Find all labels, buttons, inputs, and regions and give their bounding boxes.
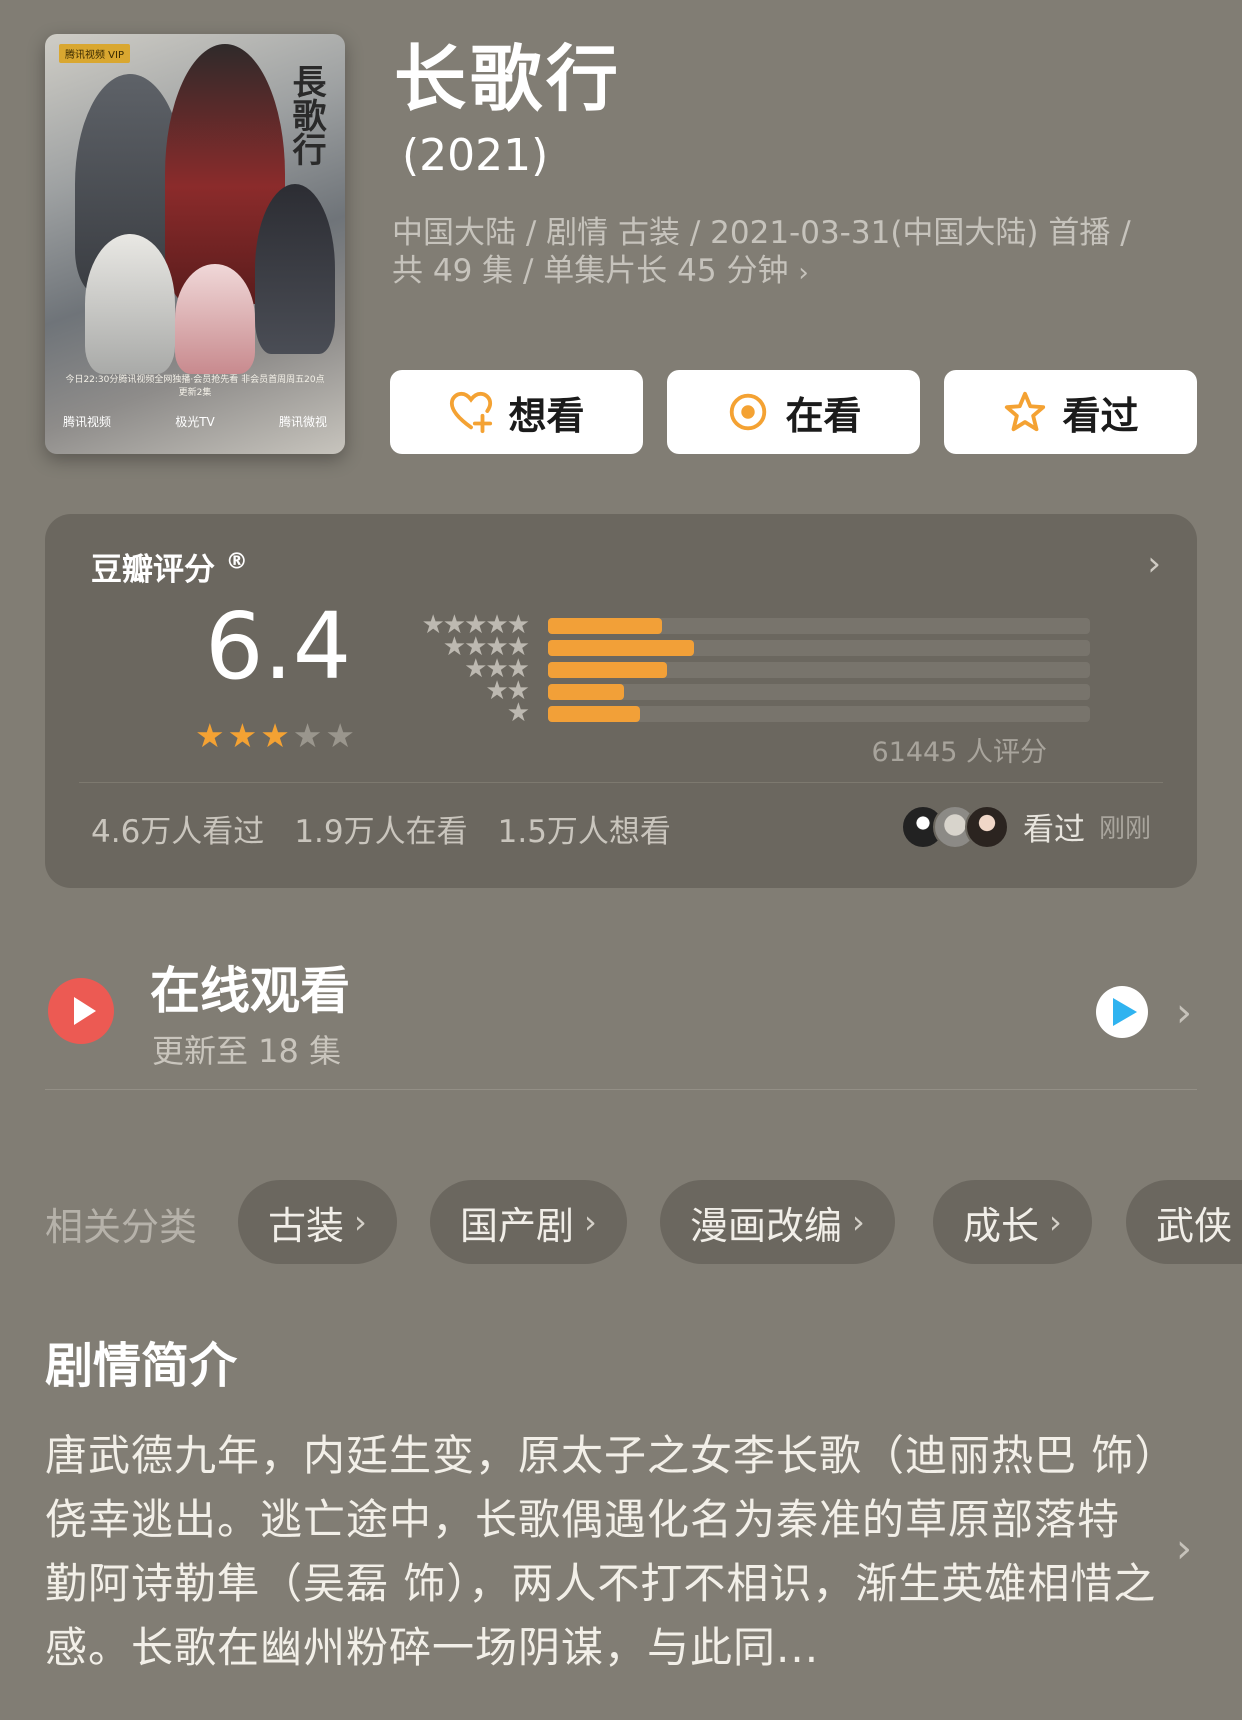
distribution-track: [548, 640, 1090, 656]
star-outline-icon: [1005, 391, 1046, 432]
rating-label-text: 豆瓣评分: [91, 552, 215, 588]
chevron-right-icon[interactable]: ›: [1176, 1526, 1192, 1572]
chevron-right-icon: ›: [852, 1203, 865, 1241]
friends-activity[interactable]: 看过 刚刚: [900, 804, 1151, 849]
meta-line-2: 共 49 集 / 单集片长 45 分钟 ›: [392, 252, 1192, 292]
distribution-track: [548, 684, 1090, 700]
category-chip[interactable]: 漫画改编 ›: [660, 1180, 895, 1264]
friend-action: 看过: [1022, 812, 1085, 848]
poster-badge: 腾讯视频 VIP: [59, 44, 130, 63]
distribution-track: [548, 662, 1090, 678]
distribution-row: ★★: [385, 676, 1090, 706]
avatar: [964, 804, 1009, 849]
rating-score: 6.4: [205, 593, 352, 700]
poster-figure: [175, 264, 255, 374]
poster-platforms: 腾讯视频 极光TV 腾讯微视: [63, 413, 327, 430]
poster-image[interactable]: 腾讯视频 VIP 長歌行 今日22:30分腾讯视频全网独播·会员抢先看 非会员首…: [45, 34, 345, 454]
categories-label: 相关分类: [45, 1205, 198, 1249]
chevron-right-icon[interactable]: ›: [1147, 544, 1161, 584]
friend-time: 刚刚: [1098, 814, 1151, 844]
synopsis-title: 剧情简介: [45, 1338, 238, 1394]
distribution-track: [548, 618, 1090, 634]
play-icon[interactable]: [48, 978, 114, 1044]
distribution-bar: [548, 706, 640, 722]
want-to-watch-button[interactable]: 想看: [390, 370, 643, 454]
category-chip-label: 国产剧: [460, 1203, 575, 1248]
watched-button[interactable]: 看过: [944, 370, 1197, 454]
divider: [45, 1089, 1197, 1090]
show-title: 长歌行: [394, 37, 623, 121]
movie-detail-page: 腾讯视频 VIP 長歌行 今日22:30分腾讯视频全网独播·会员抢先看 非会员首…: [0, 0, 1242, 1720]
audience-stats: 4.6万人看过 1.9万人在看 1.5万人想看: [91, 806, 671, 851]
tencent-video-icon[interactable]: [1096, 986, 1148, 1038]
category-chip-label: 武侠: [1156, 1203, 1233, 1248]
category-chip[interactable]: 国产剧 ›: [430, 1180, 627, 1264]
show-meta[interactable]: 中国大陆 / 剧情 古装 / 2021-03-31(中国大陆) 首播 / 共 4…: [392, 214, 1192, 292]
watched-label: 看过: [1062, 393, 1139, 438]
heart-plus-icon: [450, 391, 493, 434]
star-empty-icon: ★: [325, 716, 355, 755]
category-chip[interactable]: 古装 ›: [238, 1180, 397, 1264]
rating-label: 豆瓣评分 ®: [91, 544, 248, 589]
poster-platform: 腾讯微视: [278, 415, 327, 429]
star-empty-icon: ★: [292, 716, 323, 755]
category-chip[interactable]: 成长 ›: [933, 1180, 1092, 1264]
poster-platform: 极光TV: [175, 415, 215, 429]
synopsis-body[interactable]: 唐武德九年，内廷生变，原太子之女李长歌（迪丽热巴 饰）侥幸逃出。逃亡途中，长歌偶…: [45, 1424, 1160, 1680]
divider: [79, 782, 1163, 783]
star-filled-icon: ★: [227, 716, 258, 755]
distribution-bar: [548, 618, 662, 634]
distribution-track: [548, 706, 1090, 722]
star-filled-icon: ★: [260, 716, 290, 755]
watching-button[interactable]: 在看: [667, 370, 920, 454]
meta-line-1: 中国大陆 / 剧情 古装 / 2021-03-31(中国大陆) 首播 /: [392, 215, 1131, 251]
poster-platform: 腾讯视频: [63, 415, 112, 429]
stat-watched: 4.6万人看过: [91, 814, 265, 850]
distribution-stars: ★: [506, 698, 530, 728]
rating-count: 61445 人评分: [871, 737, 1047, 768]
poster-calligraphy: 長歌行: [286, 64, 326, 166]
category-chip-label: 漫画改编: [690, 1203, 843, 1248]
star-filled-icon: ★: [195, 716, 225, 755]
rating-stars: ★ ★ ★ ★ ★: [195, 718, 355, 754]
distribution-row: ★: [385, 698, 1090, 728]
category-chip[interactable]: 武侠: [1126, 1180, 1242, 1264]
chevron-right-icon: ›: [1049, 1203, 1062, 1241]
poster-figure: [255, 184, 335, 354]
distribution-bar: [548, 640, 694, 656]
online-watch-title[interactable]: 在线观看: [150, 960, 350, 1022]
watching-label: 在看: [785, 393, 862, 438]
rating-card[interactable]: 豆瓣评分 ® › 6.4 ★ ★ ★ ★ ★ ★★★★★ ★★★★ ★★★ ★★ ★ 61445…: [45, 514, 1197, 888]
chevron-right-icon: ›: [354, 1203, 367, 1241]
chevron-right-icon: ›: [584, 1203, 597, 1241]
chevron-right-icon: ›: [798, 258, 809, 288]
meta-line-2-text: 共 49 集 / 单集片长 45 分钟: [392, 253, 789, 289]
poster-tagline: 今日22:30分腾讯视频全网独播·会员抢先看 非会员首周周五20点更新2集: [65, 375, 325, 398]
poster-figure: [85, 234, 175, 374]
want-to-watch-label: 想看: [508, 393, 585, 438]
distribution-bar: [548, 684, 624, 700]
distribution-bar: [548, 662, 667, 678]
registered-mark: ®: [225, 549, 248, 575]
stat-watching: 1.9万人在看: [294, 814, 468, 850]
category-chip-label: 成长: [963, 1203, 1040, 1248]
online-watch-subtitle: 更新至 18 集: [152, 1032, 342, 1070]
category-chip-label: 古装: [268, 1203, 345, 1248]
stat-want: 1.5万人想看: [497, 814, 671, 850]
target-icon: [730, 393, 767, 431]
chevron-right-icon[interactable]: ›: [1176, 990, 1192, 1036]
show-year: (2021): [402, 130, 549, 181]
